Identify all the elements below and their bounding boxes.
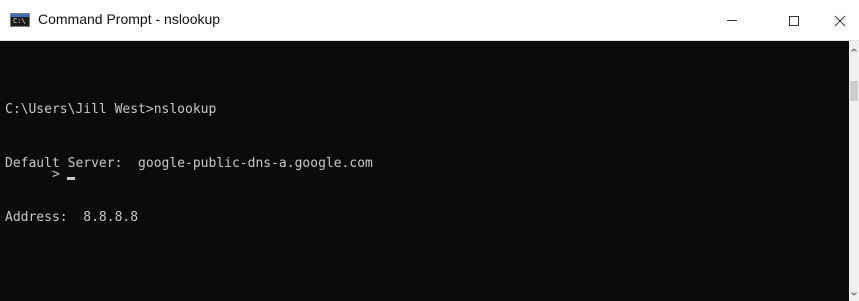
title-bar[interactable]: C:\ Command Prompt - nslookup — [0, 0, 859, 41]
close-icon — [834, 15, 846, 26]
minimize-icon — [727, 20, 737, 21]
maximize-button[interactable] — [771, 0, 817, 41]
command-prompt-icon[interactable]: C:\ — [10, 13, 30, 27]
text-cursor — [66, 177, 75, 180]
command-prompt-window: C:\ Command Prompt - nslookup C:\Users\J… — [0, 0, 859, 301]
window-title: Command Prompt - nslookup — [38, 11, 221, 27]
chevron-down-icon — [851, 292, 857, 296]
scroll-up-button[interactable] — [849, 43, 859, 57]
maximize-icon — [789, 15, 799, 26]
scroll-down-button[interactable] — [849, 287, 859, 301]
console-output-area[interactable]: C:\Users\Jill West>nslookup Default Serv… — [0, 41, 849, 301]
scrollbar-thumb[interactable] — [850, 81, 858, 101]
console-line-address: Address: 8.8.8.8 — [5, 210, 139, 225]
nslookup-prompt: > — [51, 167, 60, 182]
close-button[interactable] — [817, 0, 859, 41]
icon-glyph: C:\ — [13, 17, 26, 25]
minimize-button[interactable] — [709, 0, 755, 41]
console-line-command: C:\Users\Jill West>nslookup — [5, 102, 217, 117]
nslookup-prompt-line[interactable]: > — [5, 148, 75, 202]
chevron-up-icon — [851, 48, 857, 52]
vertical-scrollbar[interactable] — [849, 41, 859, 301]
